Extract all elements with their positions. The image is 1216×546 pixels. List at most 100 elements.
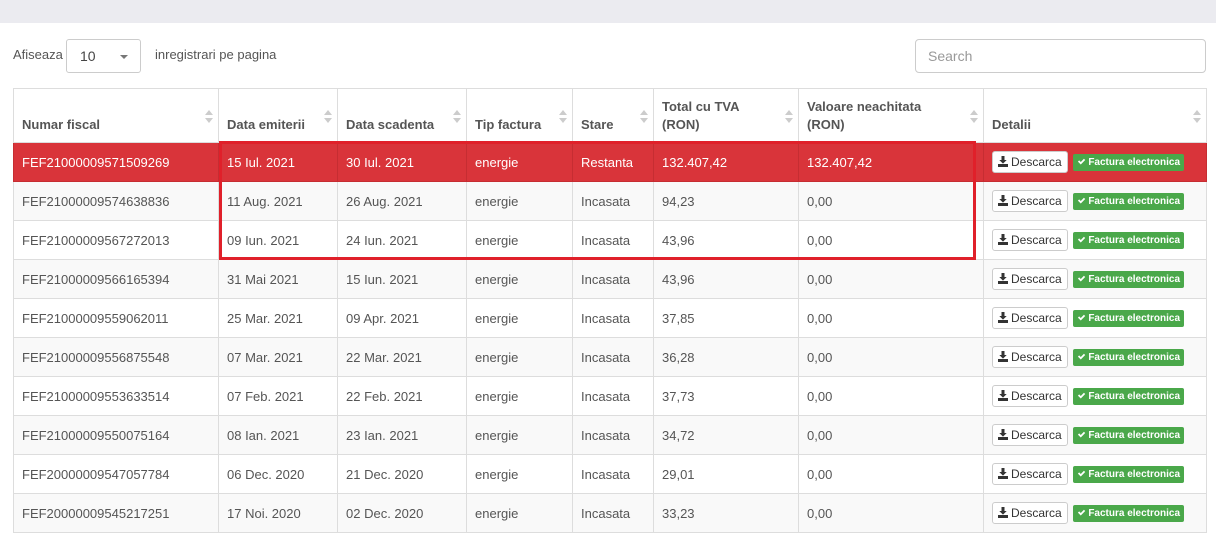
cell-numar-fiscal: FEF21000009559062011 bbox=[13, 298, 219, 338]
cell-data-scadenta: 23 Ian. 2021 bbox=[337, 415, 467, 455]
einvoice-badge[interactable]: Factura electronica bbox=[1073, 465, 1185, 483]
invoices-table: Numar fiscal Data emiterii Data scadenta… bbox=[13, 88, 1207, 533]
cell-numar-fiscal: FEF21000009566165394 bbox=[13, 259, 219, 299]
download-button[interactable]: Descarca bbox=[992, 424, 1068, 446]
einvoice-badge[interactable]: Factura electronica bbox=[1073, 231, 1185, 249]
download-button[interactable]: Descarca bbox=[992, 346, 1068, 368]
cell-numar-fiscal: FEF21000009567272013 bbox=[13, 220, 219, 260]
download-button[interactable]: Descarca bbox=[992, 190, 1068, 212]
cell-stare: Incasata bbox=[572, 376, 654, 416]
einvoice-badge[interactable]: Factura electronica bbox=[1073, 192, 1185, 210]
einvoice-badge[interactable]: Factura electronica bbox=[1073, 504, 1185, 522]
check-icon bbox=[1078, 236, 1086, 243]
cell-stare: Incasata bbox=[572, 337, 654, 377]
check-icon bbox=[1078, 392, 1086, 399]
download-icon bbox=[998, 312, 1008, 323]
column-header-stare[interactable]: Stare bbox=[572, 88, 654, 143]
download-button[interactable]: Descarca bbox=[992, 385, 1068, 407]
cell-data-emiterii: 06 Dec. 2020 bbox=[218, 454, 338, 494]
cell-numar-fiscal: FEF21000009550075164 bbox=[13, 415, 219, 455]
einvoice-badge-label: Factura electronica bbox=[1088, 195, 1181, 207]
column-header-numar-fiscal[interactable]: Numar fiscal bbox=[13, 88, 219, 143]
download-button[interactable]: Descarca bbox=[992, 229, 1068, 251]
cell-valoare-neachitata: 0,00 bbox=[798, 259, 984, 299]
length-suffix-label: inregistrari pe pagina bbox=[155, 47, 277, 62]
einvoice-badge[interactable]: Factura electronica bbox=[1073, 270, 1185, 288]
page-length-select[interactable]: 10 bbox=[66, 39, 141, 73]
cell-total-tva: 43,96 bbox=[653, 259, 799, 299]
table-row: FEF21000009550075164 08 Ian. 2021 23 Ian… bbox=[13, 415, 1207, 455]
sort-icon bbox=[559, 110, 567, 124]
column-header-total-tva[interactable]: Total cu TVA (RON) bbox=[653, 88, 799, 143]
cell-stare: Incasata bbox=[572, 259, 654, 299]
chevron-down-icon bbox=[120, 55, 128, 59]
cell-data-emiterii: 15 Iul. 2021 bbox=[218, 142, 338, 182]
sort-icon bbox=[324, 110, 332, 124]
download-icon bbox=[998, 234, 1008, 245]
cell-total-tva: 94,23 bbox=[653, 181, 799, 221]
einvoice-badge[interactable]: Factura electronica bbox=[1073, 387, 1185, 405]
einvoice-badge-label: Factura electronica bbox=[1088, 468, 1181, 480]
cell-valoare-neachitata: 0,00 bbox=[798, 298, 984, 338]
download-button-label: Descarca bbox=[1011, 389, 1062, 403]
download-button-label: Descarca bbox=[1011, 233, 1062, 247]
cell-tip-factura: energie bbox=[466, 259, 573, 299]
cell-data-scadenta: 02 Dec. 2020 bbox=[337, 493, 467, 533]
table-row: FEF21000009559062011 25 Mar. 2021 09 Apr… bbox=[13, 298, 1207, 338]
top-band bbox=[0, 0, 1216, 23]
cell-data-emiterii: 07 Mar. 2021 bbox=[218, 337, 338, 377]
column-header-detalii[interactable]: Detalii bbox=[983, 88, 1207, 143]
cell-data-scadenta: 30 Iul. 2021 bbox=[337, 142, 467, 182]
column-header-valoare-neachitata[interactable]: Valoare neachitata (RON) bbox=[798, 88, 984, 143]
download-icon bbox=[998, 429, 1008, 440]
cell-numar-fiscal: FEF20000009545217251 bbox=[13, 493, 219, 533]
cell-tip-factura: energie bbox=[466, 493, 573, 533]
cell-tip-factura: energie bbox=[466, 376, 573, 416]
download-button-label: Descarca bbox=[1011, 428, 1062, 442]
search-input[interactable] bbox=[915, 39, 1206, 73]
sort-icon bbox=[785, 110, 793, 124]
cell-stare: Incasata bbox=[572, 454, 654, 494]
cell-data-scadenta: 24 Iun. 2021 bbox=[337, 220, 467, 260]
cell-detalii: Descarca Factura electronica bbox=[983, 337, 1207, 377]
sort-icon bbox=[640, 110, 648, 124]
cell-data-emiterii: 07 Feb. 2021 bbox=[218, 376, 338, 416]
cell-valoare-neachitata: 0,00 bbox=[798, 376, 984, 416]
sort-icon bbox=[205, 110, 213, 124]
cell-valoare-neachitata: 0,00 bbox=[798, 454, 984, 494]
einvoice-badge-label: Factura electronica bbox=[1088, 351, 1181, 363]
check-icon bbox=[1078, 197, 1086, 204]
einvoice-badge[interactable]: Factura electronica bbox=[1073, 153, 1185, 171]
header-row: Numar fiscal Data emiterii Data scadenta… bbox=[13, 88, 1207, 143]
column-header-tip-factura[interactable]: Tip factura bbox=[466, 88, 573, 143]
cell-total-tva: 43,96 bbox=[653, 220, 799, 260]
cell-tip-factura: energie bbox=[466, 454, 573, 494]
einvoice-badge[interactable]: Factura electronica bbox=[1073, 348, 1185, 366]
einvoice-badge[interactable]: Factura electronica bbox=[1073, 426, 1185, 444]
einvoice-badge[interactable]: Factura electronica bbox=[1073, 309, 1185, 327]
sort-icon bbox=[1193, 110, 1201, 124]
sort-icon bbox=[970, 110, 978, 124]
cell-detalii: Descarca Factura electronica bbox=[983, 142, 1207, 182]
cell-numar-fiscal: FEF21000009553633514 bbox=[13, 376, 219, 416]
download-button[interactable]: Descarca bbox=[992, 463, 1068, 485]
check-icon bbox=[1078, 158, 1086, 165]
download-button[interactable]: Descarca bbox=[992, 268, 1068, 290]
download-button[interactable]: Descarca bbox=[992, 502, 1068, 524]
download-button[interactable]: Descarca bbox=[992, 151, 1068, 173]
einvoice-badge-label: Factura electronica bbox=[1088, 234, 1181, 246]
download-button[interactable]: Descarca bbox=[992, 307, 1068, 329]
table-row: FEF21000009571509269 15 Iul. 2021 30 Iul… bbox=[13, 142, 1207, 182]
cell-stare: Incasata bbox=[572, 220, 654, 260]
cell-total-tva: 33,23 bbox=[653, 493, 799, 533]
column-header-data-emiterii[interactable]: Data emiterii bbox=[218, 88, 338, 143]
einvoice-badge-label: Factura electronica bbox=[1088, 507, 1181, 519]
cell-stare: Incasata bbox=[572, 298, 654, 338]
length-prefix-label: Afiseaza bbox=[13, 47, 63, 62]
einvoice-badge-label: Factura electronica bbox=[1088, 273, 1181, 285]
column-header-data-scadenta[interactable]: Data scadenta bbox=[337, 88, 467, 143]
cell-total-tva: 37,85 bbox=[653, 298, 799, 338]
cell-data-emiterii: 31 Mai 2021 bbox=[218, 259, 338, 299]
cell-numar-fiscal: FEF21000009574638836 bbox=[13, 181, 219, 221]
cell-data-emiterii: 17 Noi. 2020 bbox=[218, 493, 338, 533]
